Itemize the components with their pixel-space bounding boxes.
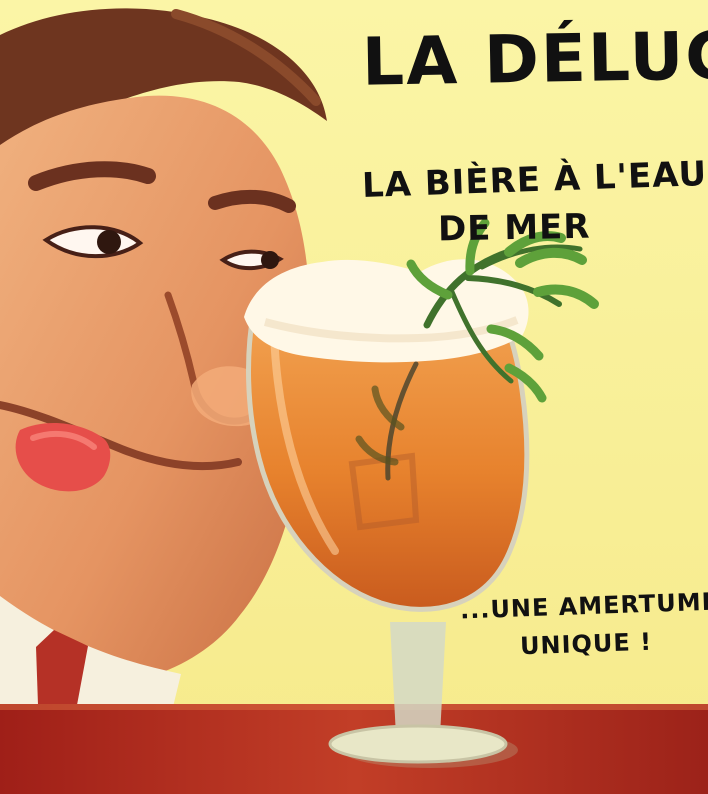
beer-foam bbox=[244, 259, 529, 363]
right-pupil bbox=[261, 251, 279, 269]
subtitle-line-2: de mer bbox=[437, 206, 591, 250]
glass-stem bbox=[390, 622, 446, 736]
tagline-line-2: unique ! bbox=[519, 627, 653, 661]
illustration-svg bbox=[0, 0, 708, 794]
poster-title: La Déluge bbox=[361, 16, 708, 101]
glass-base bbox=[328, 724, 508, 764]
left-pupil bbox=[97, 230, 121, 254]
counter-highlight bbox=[0, 704, 708, 710]
beer-poster: La Déluge La bière à l'eau de mer ...une… bbox=[0, 0, 708, 794]
